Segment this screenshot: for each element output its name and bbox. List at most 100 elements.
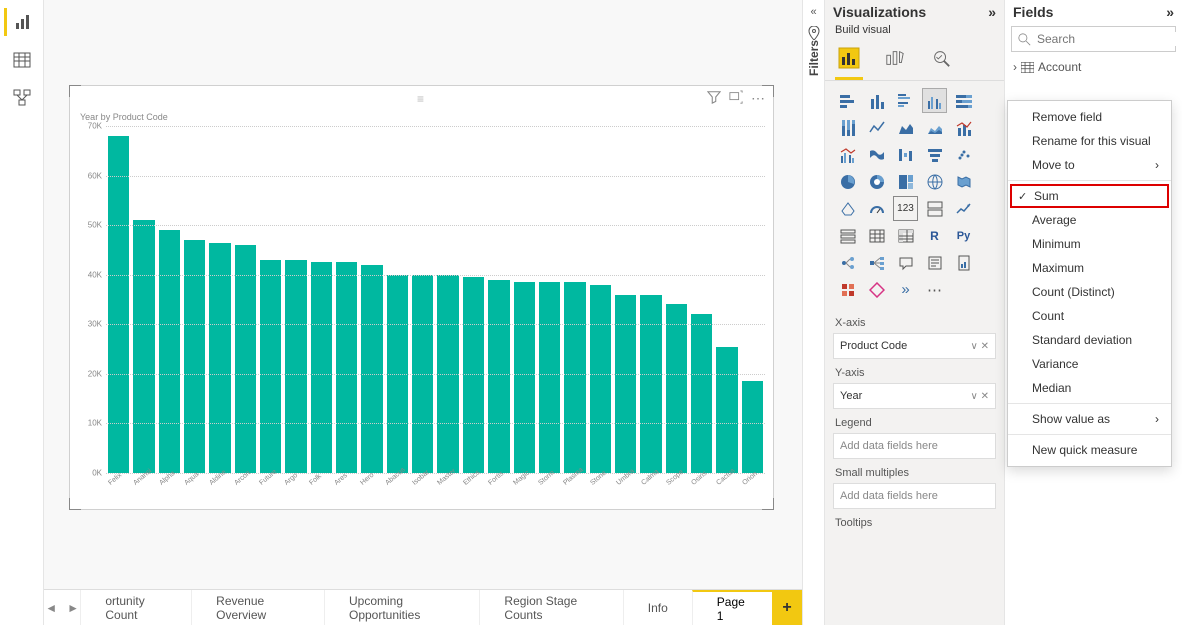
viz-matrix-icon[interactable] [893,223,918,248]
viz-qna-icon[interactable] [893,250,918,275]
chart-bar[interactable] [640,295,661,473]
chart-bar[interactable] [514,282,535,473]
viz-treemap-icon[interactable] [893,169,918,194]
chart-bar[interactable] [336,262,357,473]
report-view-tab[interactable] [4,8,40,36]
filters-pane-collapsed[interactable]: « Filters [802,0,824,625]
viz-area-icon[interactable] [893,115,918,140]
chart-bar[interactable] [488,280,509,473]
chart-bar[interactable] [285,260,306,473]
chart-bar[interactable] [235,245,256,473]
menu-show-value-as[interactable]: Show value as› [1008,407,1171,431]
menu-stddev[interactable]: Standard deviation [1008,328,1171,352]
field-table-account[interactable]: › Account [1005,58,1182,76]
menu-maximum[interactable]: Maximum [1008,256,1171,280]
viz-slicer-icon[interactable] [835,223,860,248]
viz-waterfall-icon[interactable] [893,142,918,167]
data-view-tab[interactable] [4,46,40,74]
viz-ribbon-icon[interactable] [864,142,889,167]
viz-kpi-icon[interactable] [951,196,976,221]
page-tab-region-stage-counts[interactable]: Region Stage Counts [479,590,622,625]
menu-sum[interactable]: Sum [1010,184,1169,208]
viz-stacked-area-icon[interactable] [922,115,947,140]
viz-python-icon[interactable]: Py [951,223,976,248]
build-tab-analytics[interactable] [929,44,953,72]
chart-bar[interactable] [691,314,712,473]
menu-new-quick-measure[interactable]: New quick measure [1008,438,1171,462]
chart-bar[interactable] [463,277,484,473]
report-canvas[interactable]: ≡ ⋯ Year by Product Code 0K10K20K30K40K5… [44,0,802,589]
chart-bar[interactable] [361,265,382,473]
more-options-icon[interactable]: ⋯ [751,90,765,107]
viz-pie-icon[interactable] [835,169,860,194]
menu-count-distinct[interactable]: Count (Distinct) [1008,280,1171,304]
viz-more-icon[interactable]: ⋯ [922,277,947,302]
collapse-fields-icon[interactable]: » [1166,4,1174,20]
viz-azuremap-icon[interactable] [835,196,860,221]
filter-icon[interactable] [707,90,721,107]
viz-paginated-icon[interactable] [951,250,976,275]
legend-well[interactable]: Add data fields here [833,433,996,459]
menu-remove-field[interactable]: Remove field [1008,105,1171,129]
viz-clustered-column-icon[interactable] [922,88,947,113]
page-tab-page-1[interactable]: Page 1 [692,590,772,625]
resize-handle-bl[interactable] [69,498,81,510]
viz-stacked-column-icon[interactable] [864,88,889,113]
xaxis-controls[interactable]: ∨ ✕ [971,341,989,352]
viz-100-stacked-column-icon[interactable] [835,115,860,140]
viz-clustered-bar-icon[interactable] [893,88,918,113]
menu-median[interactable]: Median [1008,376,1171,400]
viz-power-automate-icon[interactable] [864,277,889,302]
viz-funnel-icon[interactable] [922,142,947,167]
chart-bar[interactable] [716,347,737,473]
chart-bar[interactable] [590,285,611,473]
viz-smart-narrative-icon[interactable] [922,250,947,275]
viz-key-influencers-icon[interactable] [835,250,860,275]
chart-visual[interactable]: ≡ ⋯ Year by Product Code 0K10K20K30K40K5… [69,85,774,510]
expand-filters-icon[interactable]: « [810,6,816,18]
chart-bar[interactable] [159,230,180,473]
viz-map-icon[interactable] [922,169,947,194]
tab-scroll-left[interactable]: ◄ ► [44,590,80,625]
build-tab-format[interactable] [883,44,907,72]
page-tab-revenue-overview[interactable]: Revenue Overview [191,590,324,625]
fields-search[interactable] [1011,26,1176,52]
viz-100-stacked-bar-icon[interactable] [951,88,976,113]
menu-minimum[interactable]: Minimum [1008,232,1171,256]
menu-variance[interactable]: Variance [1008,352,1171,376]
viz-card-icon[interactable]: 123 [893,196,918,221]
chart-bar[interactable] [209,243,230,474]
menu-count[interactable]: Count [1008,304,1171,328]
focus-mode-icon[interactable] [729,90,743,107]
viz-table-icon[interactable] [864,223,889,248]
menu-move-to[interactable]: Move to› [1008,153,1171,177]
viz-line-stacked-column-icon[interactable] [951,115,976,140]
yaxis-controls[interactable]: ∨ ✕ [971,391,989,402]
fields-search-input[interactable] [1037,32,1182,46]
viz-line-icon[interactable] [864,115,889,140]
resize-handle-tl[interactable] [69,85,81,97]
viz-stacked-bar-icon[interactable] [835,88,860,113]
add-page-button[interactable]: + [772,590,802,625]
viz-multirow-card-icon[interactable] [922,196,947,221]
chart-bar[interactable] [615,295,636,473]
drag-handle-icon[interactable]: ≡ [417,92,426,106]
viz-r-script-icon[interactable]: R [922,223,947,248]
menu-average[interactable]: Average [1008,208,1171,232]
chart-bar[interactable] [666,304,687,473]
page-tab-opportunity-count[interactable]: ortunity Count [80,590,191,625]
page-tab-upcoming-opportunities[interactable]: Upcoming Opportunities [324,590,479,625]
xaxis-well[interactable]: Product Code ∨ ✕ [833,333,996,359]
viz-decomp-tree-icon[interactable] [864,250,889,275]
yaxis-well[interactable]: Year ∨ ✕ [833,383,996,409]
chart-bar[interactable] [539,282,560,473]
viz-scatter-icon[interactable] [951,142,976,167]
chart-bar[interactable] [742,381,763,473]
viz-powerapps-icon[interactable] [835,277,860,302]
page-tab-info[interactable]: Info [623,590,692,625]
viz-donut-icon[interactable] [864,169,889,194]
chart-bar[interactable] [260,260,281,473]
model-view-tab[interactable] [4,84,40,112]
chart-bar[interactable] [311,262,332,473]
viz-gauge-icon[interactable] [864,196,889,221]
